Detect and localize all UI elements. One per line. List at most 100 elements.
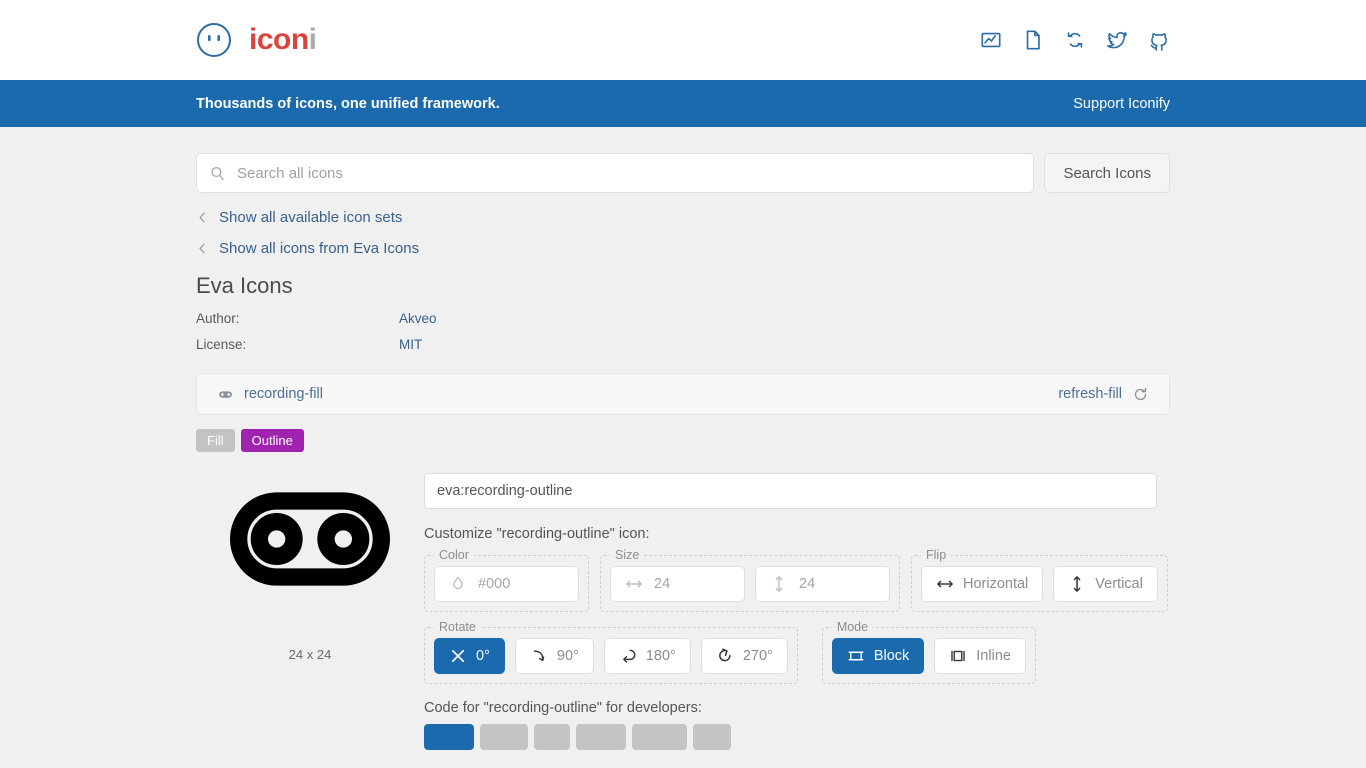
author-value[interactable]: Akveo [399,311,437,326]
icon-preview-panel: 24 x 24 [196,473,424,750]
breadcrumb-all-sets-label: Show all available icon sets [219,209,403,226]
preview-dimensions: 24 x 24 [288,647,332,662]
mode-inline-button[interactable]: Inline [934,638,1026,674]
prev-icon-name: recording-fill [244,386,323,402]
mode-block-button[interactable]: Block [831,638,925,674]
block-mode-icon [848,651,864,661]
size-height-field[interactable] [755,566,890,602]
color-input[interactable] [476,575,564,593]
icon-navigation-bar: recording-fill refresh-fill [196,373,1170,415]
size-height-input[interactable] [797,575,875,593]
icon-set-meta: Author: Akveo License: MIT [196,311,1170,352]
close-x-icon [451,649,465,663]
license-value[interactable]: MIT [399,337,422,352]
brand-wordmark: icon i [249,23,317,57]
customize-row-2: Rotate 0° 90° 180° 270° Mode Block Inlin… [424,620,1170,684]
color-legend: Color [439,548,469,562]
arrows-vertical-icon [775,576,783,592]
github-icon[interactable] [1148,29,1170,51]
breadcrumb-all-sets[interactable]: Show all available icon sets [196,209,1170,226]
next-icon-link[interactable]: refresh-fill [1058,386,1149,403]
rotate-180-label: 180° [645,648,676,664]
meta-row-license: License: MIT [196,337,1170,352]
rotate-180-button[interactable]: 180° [603,638,691,674]
code-tab-2[interactable] [480,724,528,750]
rotate-180-icon [622,649,636,663]
site-header: icon i [0,0,1366,80]
icon-name-input[interactable] [424,473,1157,509]
mode-block-label: Block [873,648,910,664]
size-width-input[interactable] [652,575,730,593]
inline-mode-icon [951,650,965,662]
rotate-90-button[interactable]: 90° [514,638,594,674]
rotate-270-button[interactable]: 270° [700,638,788,674]
mode-group: Mode Block Inline [821,620,1036,684]
chevron-left-icon [199,243,205,254]
mode-inline-label: Inline [976,648,1011,664]
code-tabs [424,724,1170,750]
code-tab-5[interactable] [632,724,687,750]
promo-banner: Thousands of icons, one unified framewor… [0,80,1366,127]
code-tab-4[interactable] [576,724,626,750]
prev-icon-link[interactable]: recording-fill [217,386,323,403]
code-tab-1[interactable] [424,724,474,750]
arrows-horizontal-icon [937,580,953,588]
chart-icon[interactable] [980,29,1002,51]
search-input[interactable] [235,163,1034,183]
color-field[interactable] [434,566,579,602]
flip-vertical-button[interactable]: Vertical [1053,566,1158,602]
customize-row-1: Color Size [424,548,1170,612]
size-group: Size [600,548,900,612]
size-legend: Size [615,548,640,562]
banner-tagline: Thousands of icons, one unified framewor… [196,95,500,112]
color-group: Color [424,548,589,612]
mode-legend: Mode [836,620,869,634]
brand-logo[interactable]: icon i [196,22,317,58]
rotate-group: Rotate 0° 90° 180° 270° [424,620,798,684]
icon-editor: 24 x 24 Customize "recording-outline" ic… [196,473,1170,750]
flip-group: Flip Horizontal Vertical [911,548,1168,612]
customize-label: Customize "recording-outline" icon: [424,526,650,542]
rotate-90-icon [533,650,545,662]
chevron-left-icon [199,212,205,223]
author-label: Author: [196,311,240,326]
refresh-fill-icon [1134,387,1147,400]
flip-vertical-label: Vertical [1095,576,1143,592]
arrows-vertical-icon [1073,576,1081,592]
sync-icon[interactable] [1064,29,1086,51]
rotate-270-icon [718,648,731,662]
brand-text-primary: icon [249,23,309,56]
search-row: Search Icons [196,127,1170,193]
rotate-90-label: 90° [556,648,579,664]
flip-legend: Flip [926,548,947,562]
twitter-icon[interactable] [1106,29,1128,51]
page-title: Eva Icons [196,273,293,298]
rotate-0-label: 0° [476,648,490,664]
developers-label: Code for "recording-outline" for develop… [424,700,702,716]
breadcrumb: Show all available icon sets Show all ic… [196,209,1170,257]
code-tab-3[interactable] [534,724,570,750]
tab-fill[interactable]: Fill [196,429,235,452]
meta-row-author: Author: Akveo [196,311,1170,326]
rotate-0-button[interactable]: 0° [434,638,505,674]
arrows-horizontal-icon [626,580,642,588]
document-icon[interactable] [1022,29,1044,51]
breadcrumb-eva-icons-label: Show all icons from Eva Icons [219,240,420,257]
search-field-wrap[interactable] [196,153,1035,193]
rotate-legend: Rotate [439,620,476,634]
tab-outline[interactable]: Outline [240,429,304,452]
search-icons-button[interactable]: Search Icons [1044,153,1170,193]
rotate-270-label: 270° [742,648,773,664]
smiley-face-icon [197,23,231,57]
brand-text-secondary: i [308,23,317,56]
size-width-field[interactable] [610,566,745,602]
header-icon-links [980,29,1170,51]
code-tab-6[interactable] [693,724,731,750]
breadcrumb-eva-icons[interactable]: Show all icons from Eva Icons [196,240,1170,257]
variant-tabs: Fill Outline [196,429,1170,452]
page-content: Search Icons Show all available icon set… [0,127,1366,750]
flip-horizontal-button[interactable]: Horizontal [921,566,1044,602]
next-icon-name: refresh-fill [1058,386,1122,402]
support-iconify-link[interactable]: Support Iconify [1073,96,1170,112]
icon-controls-panel: Customize "recording-outline" icon: Colo… [424,473,1170,750]
